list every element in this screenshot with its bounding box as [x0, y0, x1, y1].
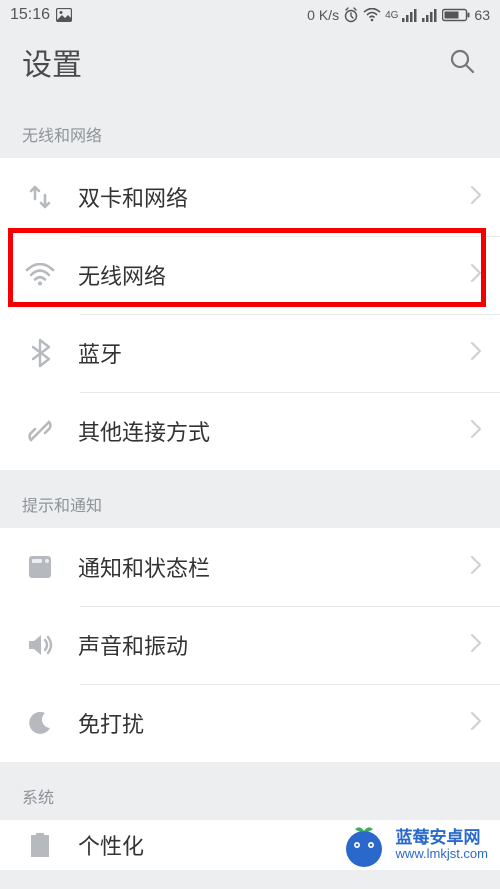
item-label: 声音和振动	[78, 629, 470, 661]
watermark: 蓝莓安卓网 www.lmkjst.com	[340, 821, 488, 869]
item-label: 其他连接方式	[78, 415, 470, 447]
search-button[interactable]	[446, 46, 478, 78]
chevron-right-icon	[470, 711, 482, 736]
chevron-right-icon	[470, 341, 482, 366]
header: 设置	[0, 30, 500, 100]
item-other-connections[interactable]: 其他连接方式	[0, 392, 500, 470]
item-label: 双卡和网络	[78, 181, 470, 213]
section-wireless: 双卡和网络 无线网络 蓝牙 其他连接方式	[0, 158, 500, 470]
item-label: 无线网络	[78, 259, 470, 291]
status-battery: 63	[474, 7, 490, 23]
chevron-right-icon	[470, 419, 482, 444]
dnd-icon	[18, 710, 62, 736]
section-notify: 通知和状态栏 声音和振动 免打扰	[0, 528, 500, 762]
battery-icon	[442, 8, 470, 22]
wifi-status-icon	[363, 8, 381, 22]
picture-icon	[56, 8, 72, 22]
chevron-right-icon	[470, 263, 482, 288]
bluetooth-icon	[18, 338, 62, 368]
item-wlan[interactable]: 无线网络	[0, 236, 500, 314]
notify-icon	[18, 554, 62, 580]
search-icon	[448, 47, 476, 78]
section-header-notify: 提示和通知	[0, 470, 500, 528]
link-icon	[18, 417, 62, 445]
sim-icon	[18, 183, 62, 211]
signal-icon	[402, 8, 418, 22]
item-sound[interactable]: 声音和振动	[0, 606, 500, 684]
status-network-type: 4G	[385, 10, 398, 21]
wifi-icon	[18, 263, 62, 287]
item-bluetooth[interactable]: 蓝牙	[0, 314, 500, 392]
chevron-right-icon	[470, 555, 482, 580]
alarm-icon	[343, 7, 359, 23]
item-notification-bar[interactable]: 通知和状态栏	[0, 528, 500, 606]
watermark-url: www.lmkjst.com	[396, 847, 488, 862]
section-header-wireless: 无线和网络	[0, 100, 500, 158]
blueberry-icon	[340, 821, 388, 869]
item-label: 通知和状态栏	[78, 551, 470, 583]
item-dual-sim[interactable]: 双卡和网络	[0, 158, 500, 236]
chevron-right-icon	[470, 185, 482, 210]
section-header-system: 系统	[0, 762, 500, 820]
theme-icon	[18, 831, 62, 859]
item-label: 免打扰	[78, 707, 470, 739]
signal2-icon	[422, 8, 438, 22]
status-speed: 0 K/s	[307, 7, 339, 23]
item-dnd[interactable]: 免打扰	[0, 684, 500, 762]
page-title: 设置	[22, 40, 82, 84]
status-bar: 15:16 0 K/s 4G 63	[0, 0, 500, 30]
watermark-title: 蓝莓安卓网	[396, 828, 488, 848]
item-label: 蓝牙	[78, 337, 470, 369]
status-time: 15:16	[10, 6, 50, 24]
sound-icon	[18, 632, 62, 658]
chevron-right-icon	[470, 633, 482, 658]
